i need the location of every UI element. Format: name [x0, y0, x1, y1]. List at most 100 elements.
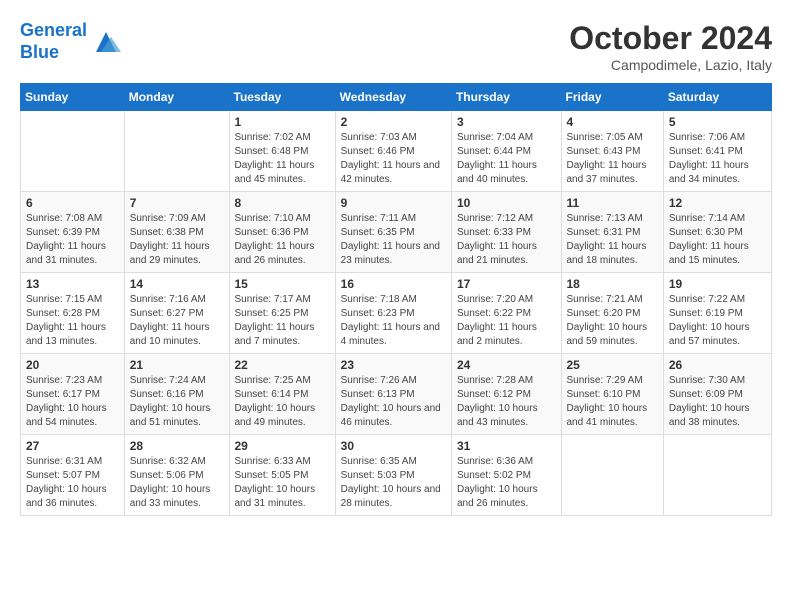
calendar-cell: 3 Sunrise: 7:04 AMSunset: 6:44 PMDaylight… [451, 111, 561, 192]
calendar-week-row: 27 Sunrise: 6:31 AMSunset: 5:07 PMDayligh… [21, 435, 772, 516]
calendar-cell: 15 Sunrise: 7:17 AMSunset: 6:25 PMDayligh… [229, 273, 335, 354]
day-number: 20 [26, 358, 119, 372]
calendar-table: SundayMondayTuesdayWednesdayThursdayFrid… [20, 83, 772, 516]
calendar-cell: 5 Sunrise: 7:06 AMSunset: 6:41 PMDaylight… [663, 111, 771, 192]
calendar-cell: 29 Sunrise: 6:33 AMSunset: 5:05 PMDayligh… [229, 435, 335, 516]
calendar-cell: 20 Sunrise: 7:23 AMSunset: 6:17 PMDayligh… [21, 354, 125, 435]
day-number: 3 [457, 115, 556, 129]
day-info: Sunrise: 7:02 AMSunset: 6:48 PMDaylight:… [235, 131, 330, 187]
day-info: Sunrise: 7:20 AMSunset: 6:22 PMDaylight:… [457, 293, 556, 349]
calendar-cell: 27 Sunrise: 6:31 AMSunset: 5:07 PMDayligh… [21, 435, 125, 516]
day-info: Sunrise: 7:25 AMSunset: 6:14 PMDaylight:… [235, 374, 330, 430]
calendar-header-row: SundayMondayTuesdayWednesdayThursdayFrid… [21, 84, 772, 111]
calendar-cell: 19 Sunrise: 7:22 AMSunset: 6:19 PMDayligh… [663, 273, 771, 354]
day-number: 9 [341, 196, 446, 210]
day-number: 28 [130, 439, 224, 453]
day-info: Sunrise: 7:11 AMSunset: 6:35 PMDaylight:… [341, 212, 446, 268]
weekday-header: Tuesday [229, 84, 335, 111]
day-number: 26 [669, 358, 766, 372]
day-number: 8 [235, 196, 330, 210]
day-number: 7 [130, 196, 224, 210]
day-info: Sunrise: 7:04 AMSunset: 6:44 PMDaylight:… [457, 131, 556, 187]
weekday-header: Saturday [663, 84, 771, 111]
calendar-cell: 11 Sunrise: 7:13 AMSunset: 6:31 PMDayligh… [561, 192, 663, 273]
page-header: GeneralBlue October 2024 Campodimele, La… [20, 20, 772, 73]
weekday-header: Monday [124, 84, 229, 111]
day-number: 10 [457, 196, 556, 210]
calendar-cell [21, 111, 125, 192]
day-info: Sunrise: 7:28 AMSunset: 6:12 PMDaylight:… [457, 374, 556, 430]
day-info: Sunrise: 7:26 AMSunset: 6:13 PMDaylight:… [341, 374, 446, 430]
calendar-cell [663, 435, 771, 516]
calendar-cell: 7 Sunrise: 7:09 AMSunset: 6:38 PMDaylight… [124, 192, 229, 273]
calendar-week-row: 6Sunrise: 7:08 AMSunset: 6:39 PMDaylight… [21, 192, 772, 273]
day-info: Sunrise: 7:09 AMSunset: 6:38 PMDaylight:… [130, 212, 224, 268]
day-info: Sunrise: 7:08 AMSunset: 6:39 PMDaylight:… [26, 212, 119, 268]
day-number: 30 [341, 439, 446, 453]
calendar-cell: 16 Sunrise: 7:18 AMSunset: 6:23 PMDayligh… [335, 273, 451, 354]
calendar-cell: 12Sunrise: 7:14 AMSunset: 6:30 PMDayligh… [663, 192, 771, 273]
day-info: Sunrise: 7:15 AMSunset: 6:28 PMDaylight:… [26, 293, 119, 349]
day-number: 23 [341, 358, 446, 372]
day-number: 13 [26, 277, 119, 291]
calendar-cell: 9 Sunrise: 7:11 AMSunset: 6:35 PMDaylight… [335, 192, 451, 273]
calendar-cell: 2 Sunrise: 7:03 AMSunset: 6:46 PMDaylight… [335, 111, 451, 192]
calendar-cell: 28 Sunrise: 6:32 AMSunset: 5:06 PMDayligh… [124, 435, 229, 516]
day-info: Sunrise: 7:13 AMSunset: 6:31 PMDaylight:… [567, 212, 658, 268]
title-area: October 2024 Campodimele, Lazio, Italy [569, 20, 772, 73]
day-info: Sunrise: 6:32 AMSunset: 5:06 PMDaylight:… [130, 455, 224, 511]
day-info: Sunrise: 6:36 AMSunset: 5:02 PMDaylight:… [457, 455, 556, 511]
day-info: Sunrise: 7:06 AMSunset: 6:41 PMDaylight:… [669, 131, 766, 187]
calendar-cell: 1 Sunrise: 7:02 AMSunset: 6:48 PMDaylight… [229, 111, 335, 192]
day-info: Sunrise: 6:31 AMSunset: 5:07 PMDaylight:… [26, 455, 119, 511]
day-number: 16 [341, 277, 446, 291]
calendar-week-row: 1 Sunrise: 7:02 AMSunset: 6:48 PMDaylight… [21, 111, 772, 192]
calendar-cell: 18Sunrise: 7:21 AMSunset: 6:20 PMDayligh… [561, 273, 663, 354]
day-info: Sunrise: 7:05 AMSunset: 6:43 PMDaylight:… [567, 131, 658, 187]
logo-text: GeneralBlue [20, 20, 87, 63]
day-number: 15 [235, 277, 330, 291]
day-number: 2 [341, 115, 446, 129]
day-number: 19 [669, 277, 766, 291]
day-info: Sunrise: 7:22 AMSunset: 6:19 PMDaylight:… [669, 293, 766, 349]
day-number: 11 [567, 196, 658, 210]
weekday-header: Wednesday [335, 84, 451, 111]
day-info: Sunrise: 7:18 AMSunset: 6:23 PMDaylight:… [341, 293, 446, 349]
calendar-week-row: 13 Sunrise: 7:15 AMSunset: 6:28 PMDayligh… [21, 273, 772, 354]
calendar-cell: 21Sunrise: 7:24 AMSunset: 6:16 PMDayligh… [124, 354, 229, 435]
day-number: 27 [26, 439, 119, 453]
location: Campodimele, Lazio, Italy [569, 57, 772, 73]
day-number: 1 [235, 115, 330, 129]
day-info: Sunrise: 7:16 AMSunset: 6:27 PMDaylight:… [130, 293, 224, 349]
day-info: Sunrise: 7:23 AMSunset: 6:17 PMDaylight:… [26, 374, 119, 430]
calendar-cell: 31 Sunrise: 6:36 AMSunset: 5:02 PMDayligh… [451, 435, 561, 516]
day-info: Sunrise: 7:14 AMSunset: 6:30 PMDaylight:… [669, 212, 766, 268]
calendar-cell: 14Sunrise: 7:16 AMSunset: 6:27 PMDayligh… [124, 273, 229, 354]
logo-icon [91, 27, 121, 57]
calendar-cell: 22 Sunrise: 7:25 AMSunset: 6:14 PMDayligh… [229, 354, 335, 435]
calendar-cell: 26Sunrise: 7:30 AMSunset: 6:09 PMDayligh… [663, 354, 771, 435]
month-title: October 2024 [569, 20, 772, 57]
day-number: 4 [567, 115, 658, 129]
calendar-cell [124, 111, 229, 192]
day-info: Sunrise: 7:03 AMSunset: 6:46 PMDaylight:… [341, 131, 446, 187]
day-number: 22 [235, 358, 330, 372]
day-number: 25 [567, 358, 658, 372]
day-number: 29 [235, 439, 330, 453]
day-number: 21 [130, 358, 224, 372]
calendar-cell: 23 Sunrise: 7:26 AMSunset: 6:13 PMDayligh… [335, 354, 451, 435]
weekday-header: Friday [561, 84, 663, 111]
calendar-cell: 17Sunrise: 7:20 AMSunset: 6:22 PMDayligh… [451, 273, 561, 354]
day-info: Sunrise: 7:21 AMSunset: 6:20 PMDaylight:… [567, 293, 658, 349]
day-number: 31 [457, 439, 556, 453]
day-number: 5 [669, 115, 766, 129]
day-info: Sunrise: 7:17 AMSunset: 6:25 PMDaylight:… [235, 293, 330, 349]
day-info: Sunrise: 6:33 AMSunset: 5:05 PMDaylight:… [235, 455, 330, 511]
calendar-cell: 10 Sunrise: 7:12 AMSunset: 6:33 PMDayligh… [451, 192, 561, 273]
calendar-week-row: 20 Sunrise: 7:23 AMSunset: 6:17 PMDayligh… [21, 354, 772, 435]
day-info: Sunrise: 6:35 AMSunset: 5:03 PMDaylight:… [341, 455, 446, 511]
calendar-cell: 8Sunrise: 7:10 AMSunset: 6:36 PMDaylight… [229, 192, 335, 273]
day-info: Sunrise: 7:12 AMSunset: 6:33 PMDaylight:… [457, 212, 556, 268]
day-info: Sunrise: 7:29 AMSunset: 6:10 PMDaylight:… [567, 374, 658, 430]
calendar-cell [561, 435, 663, 516]
